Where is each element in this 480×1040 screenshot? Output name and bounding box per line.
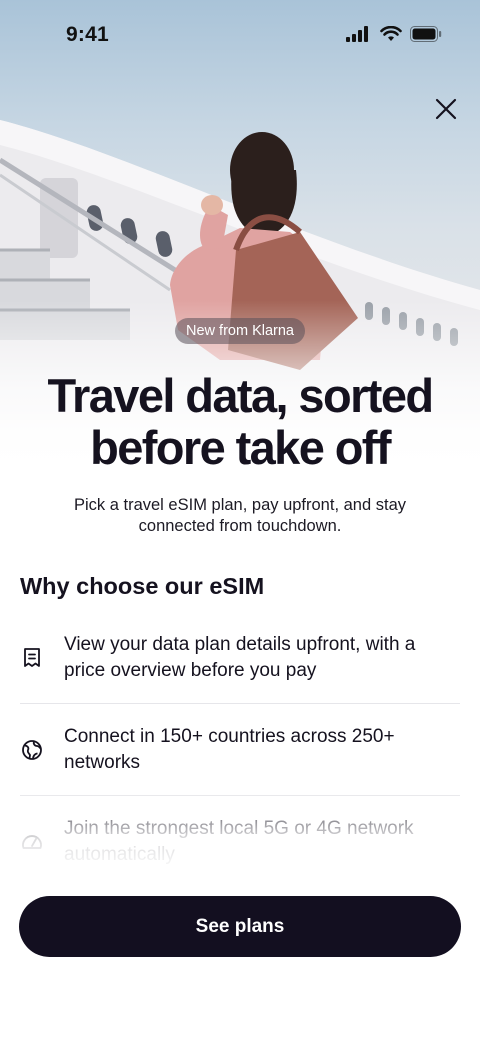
feature-item-network: Join the strongest local 5G or 4G networ… [20, 796, 460, 887]
feature-item-price-overview: View your data plan details upfront, wit… [20, 612, 460, 704]
feature-item-coverage: Connect in 150+ countries across 250+ ne… [20, 704, 460, 796]
close-icon [435, 98, 457, 120]
cellular-signal-icon [346, 26, 368, 42]
status-icons [346, 26, 442, 42]
page-subtitle: Pick a travel eSIM plan, pay upfront, an… [73, 496, 406, 535]
battery-icon [410, 26, 442, 42]
page-title: Travel data, sorted before take off [0, 370, 480, 474]
new-from-klarna-badge: New from Klarna [175, 318, 305, 344]
receipt-icon [24, 648, 40, 667]
headline-line-2: before take off [90, 421, 391, 474]
feature-text: Connect in 150+ countries across 250+ ne… [64, 726, 395, 773]
feature-list: View your data plan details upfront, wit… [20, 612, 460, 887]
status-time: 9:41 [66, 23, 109, 46]
close-button[interactable] [426, 89, 466, 129]
feature-text: Join the strongest local 5G or 4G networ… [64, 818, 414, 865]
why-section-title: Why choose our eSIM [20, 573, 265, 599]
wifi-icon [380, 26, 402, 41]
headline-line-1: Travel data, sorted [47, 369, 435, 422]
speedometer-icon [22, 835, 42, 849]
feature-text: View your data plan details upfront, wit… [64, 634, 416, 681]
status-bar: 9:41 [0, 0, 480, 70]
see-plans-button[interactable]: See plans [19, 896, 461, 957]
globe-icon [22, 740, 42, 760]
